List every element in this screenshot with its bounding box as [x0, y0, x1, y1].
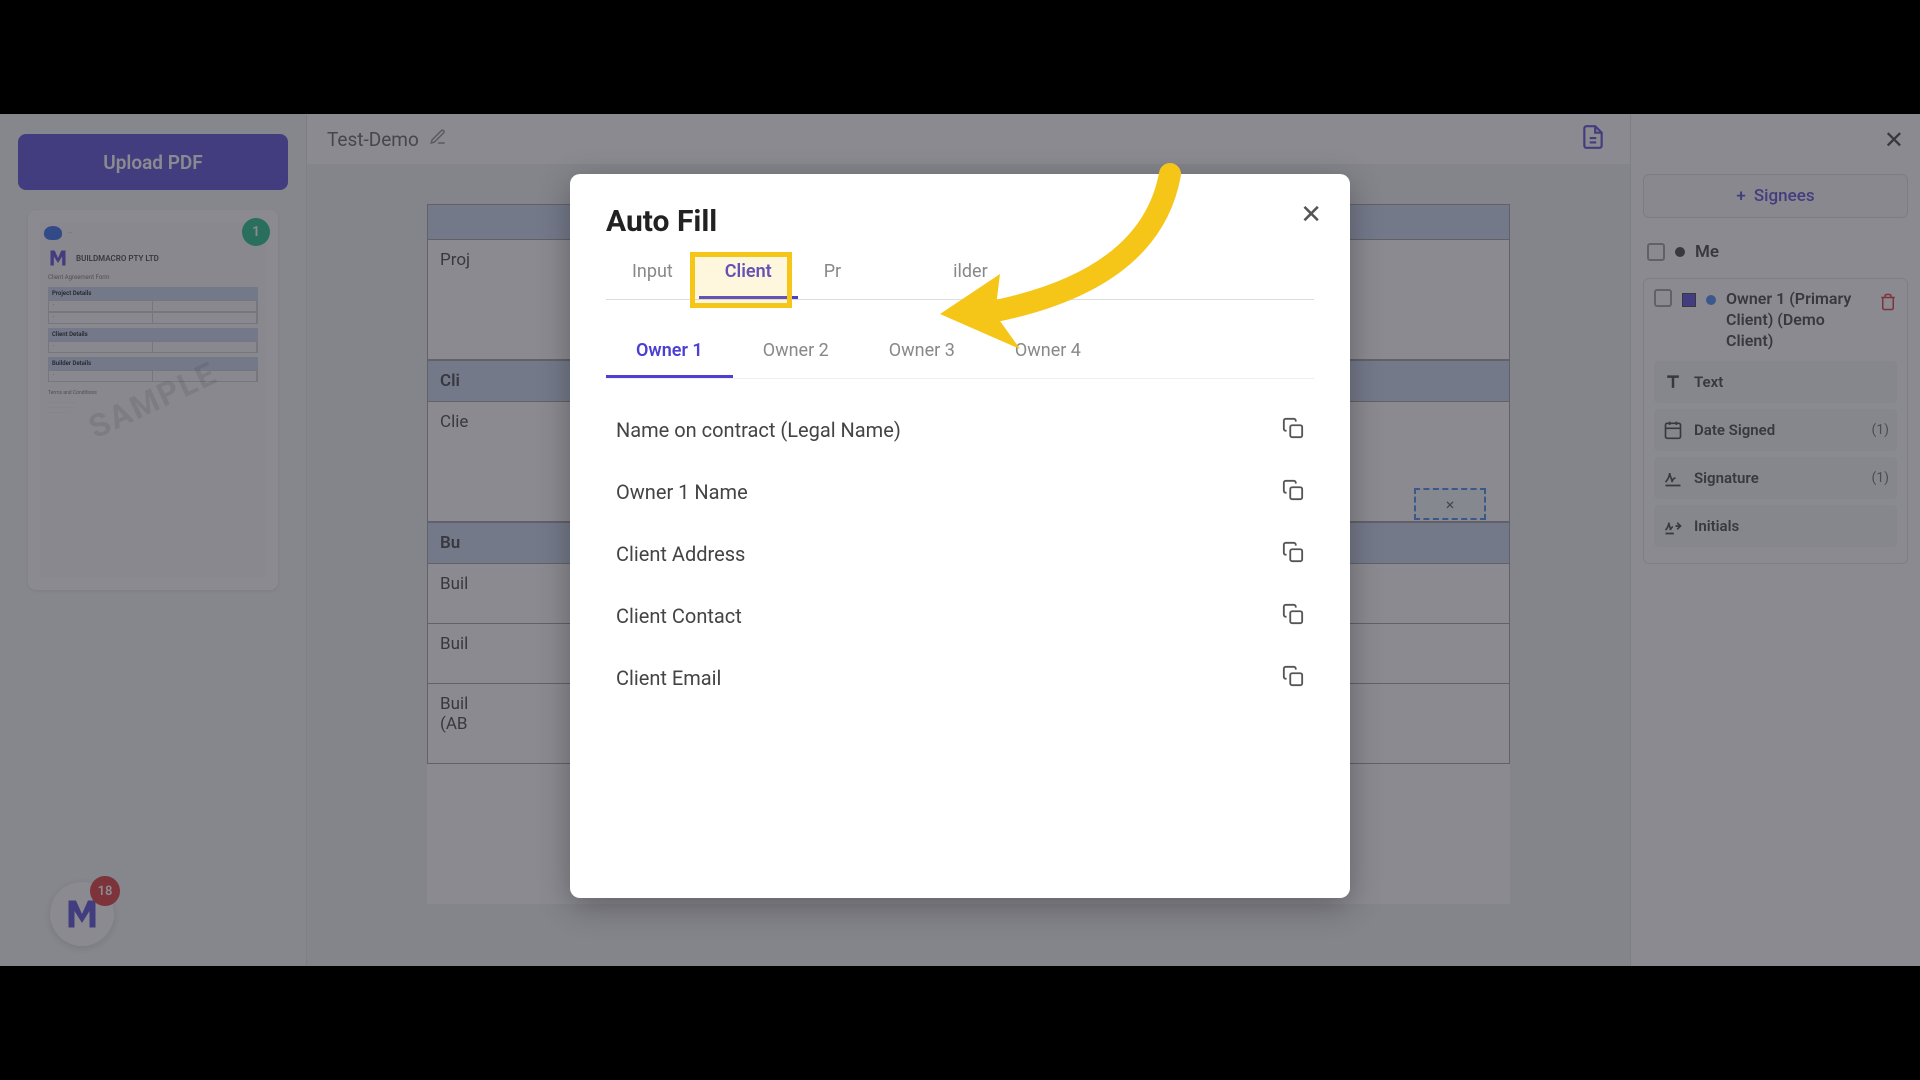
autofill-modal: Auto Fill ✕ Input Client Pr ilder Owner …: [570, 174, 1350, 898]
autofill-field-label: Client Address: [616, 542, 1282, 566]
autofill-field-row[interactable]: Client Email: [606, 647, 1314, 709]
autofill-field-list: Name on contract (Legal Name) Owner 1 Na…: [606, 399, 1314, 709]
autofill-field-row[interactable]: Name on contract (Legal Name): [606, 399, 1314, 461]
autofill-field-row[interactable]: Client Address: [606, 523, 1314, 585]
copy-icon[interactable]: [1282, 417, 1304, 443]
tab-client[interactable]: Client: [699, 247, 798, 299]
sub-tab-owner-3[interactable]: Owner 3: [859, 326, 985, 378]
tab-project[interactable]: Pr: [798, 247, 867, 299]
modal-tabs: Input Client Pr ilder: [606, 247, 1314, 300]
copy-icon[interactable]: [1282, 603, 1304, 629]
copy-icon[interactable]: [1282, 541, 1304, 567]
tab-builder[interactable]: ilder: [927, 247, 1014, 299]
copy-icon[interactable]: [1282, 479, 1304, 505]
autofill-field-row[interactable]: Owner 1 Name: [606, 461, 1314, 523]
copy-icon[interactable]: [1282, 665, 1304, 691]
autofill-field-label: Name on contract (Legal Name): [616, 418, 1282, 442]
modal-close-button[interactable]: ✕: [1300, 200, 1322, 230]
autofill-field-label: Client Contact: [616, 604, 1282, 628]
sub-tab-owner-1[interactable]: Owner 1: [606, 326, 733, 378]
autofill-field-label: Client Email: [616, 666, 1282, 690]
app-frame: Upload PDF ··· BUILDMACRO PTY LTD Client…: [0, 114, 1920, 966]
autofill-field-label: Owner 1 Name: [616, 480, 1282, 504]
owner-tabs: Owner 1 Owner 2 Owner 3 Owner 4: [606, 326, 1314, 379]
tab-input[interactable]: Input: [606, 247, 699, 299]
sub-tab-owner-4[interactable]: Owner 4: [985, 326, 1111, 378]
modal-title: Auto Fill: [606, 204, 1314, 239]
sub-tab-owner-2[interactable]: Owner 2: [733, 326, 859, 378]
autofill-field-row[interactable]: Client Contact: [606, 585, 1314, 647]
